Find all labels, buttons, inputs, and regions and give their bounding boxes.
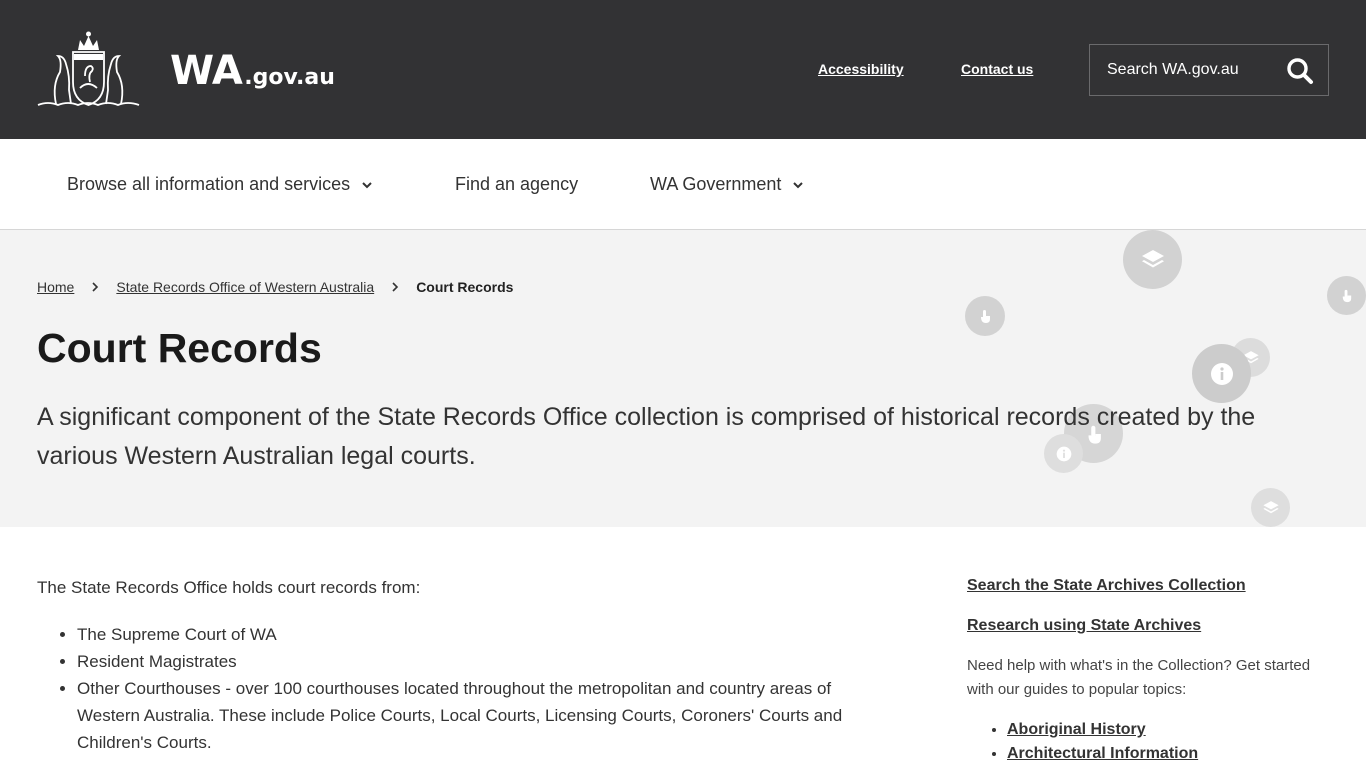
touch-icon (1327, 276, 1366, 315)
layers-icon (1251, 488, 1290, 527)
logo-domain-text: .gov.au (244, 65, 335, 90)
wa-coat-of-arms-logo[interactable] (36, 30, 141, 108)
chevron-right-icon (392, 282, 399, 292)
list-item: Resident Magistrates (77, 648, 887, 675)
layers-icon (1123, 230, 1182, 289)
wa-gov-au-wordmark[interactable]: WA.gov.au (170, 48, 335, 94)
main-navigation: Browse all information and services Find… (0, 139, 1366, 230)
chevron-right-icon (92, 282, 99, 292)
topic-architectural-information-link[interactable]: Architectural Information (1007, 745, 1198, 762)
search-archives-link[interactable]: Search the State Archives Collection (967, 576, 1337, 596)
site-search (1089, 44, 1329, 96)
nav-wa-government-label: WA Government (650, 174, 782, 194)
main-content: The State Records Office holds court rec… (37, 577, 887, 756)
search-input[interactable] (1090, 45, 1280, 95)
court-records-list: The Supreme Court of WA Resident Magistr… (37, 621, 887, 756)
page-title: Court Records (37, 325, 322, 371)
research-archives-link[interactable]: Research using State Archives (967, 616, 1337, 636)
list-item: Aboriginal History (1007, 718, 1337, 742)
contact-us-link[interactable]: Contact us (961, 61, 1033, 77)
breadcrumb: Home State Records Office of Western Aust… (37, 279, 513, 295)
topic-guides-list: Aboriginal History Architectural Informa… (967, 718, 1337, 766)
info-icon (1192, 344, 1251, 403)
topic-aboriginal-history-link[interactable]: Aboriginal History (1007, 721, 1146, 738)
list-item: The Supreme Court of WA (77, 621, 887, 648)
logo-wa-text: WA (170, 48, 243, 94)
list-item: Other Courthouses - over 100 courthouses… (77, 675, 887, 756)
chevron-down-icon (793, 182, 804, 189)
breadcrumb-current: Court Records (416, 279, 514, 295)
chevron-down-icon (362, 182, 372, 189)
breadcrumb-state-records-link[interactable]: State Records Office of Western Australi… (116, 279, 374, 295)
site-header: WA.gov.au Accessibility Contact us (0, 0, 1366, 139)
list-item: Architectural Information (1007, 742, 1337, 766)
nav-browse-all-label: Browse all information and services (67, 174, 351, 194)
nav-find-agency-label: Find an agency (455, 174, 579, 194)
help-text: Need help with what's in the Collection?… (967, 657, 1311, 698)
accessibility-link[interactable]: Accessibility (818, 61, 904, 77)
page-hero: Home State Records Office of Western Aust… (0, 230, 1366, 527)
breadcrumb-home-link[interactable]: Home (37, 279, 74, 295)
touch-icon (965, 296, 1005, 336)
content-lead: The State Records Office holds court rec… (37, 578, 421, 597)
nav-wa-government[interactable]: WA Government (650, 174, 805, 195)
related-sidebar: Search the State Archives Collection Res… (967, 576, 1337, 766)
nav-find-agency[interactable]: Find an agency (455, 174, 578, 195)
page-intro: A significant component of the State Rec… (37, 403, 1256, 470)
search-icon[interactable] (1286, 57, 1314, 85)
nav-browse-all[interactable]: Browse all information and services (67, 174, 374, 195)
